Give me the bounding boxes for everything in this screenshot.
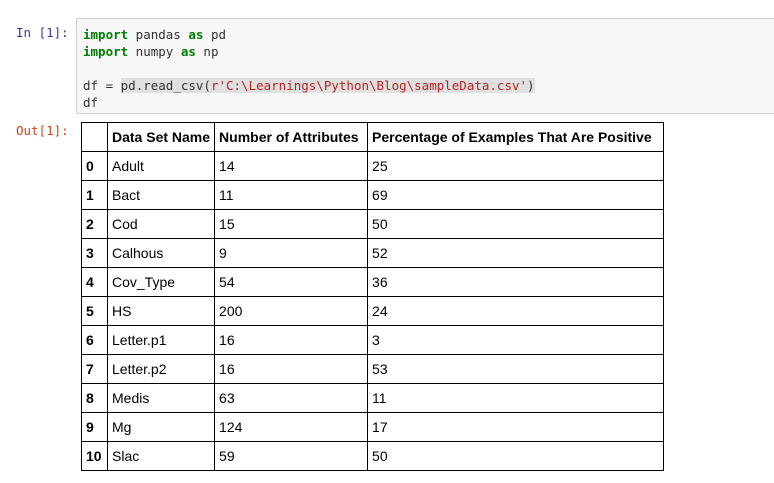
row-index: 4 <box>81 267 108 297</box>
row-index: 7 <box>81 354 108 384</box>
table-cell: 16 <box>214 325 369 355</box>
column-header: Percentage of Examples That Are Positive <box>367 122 665 152</box>
code-text: df = <box>83 78 121 93</box>
table-row: 5 HS 200 24 <box>81 296 665 326</box>
table-row: 1 Bact 11 69 <box>81 180 665 210</box>
table-cell: HS <box>106 296 216 326</box>
table-cell: 36 <box>367 267 665 297</box>
column-header: Number of Attributes <box>214 122 369 152</box>
table-cell: Calhous <box>106 238 216 268</box>
table-cell: 17 <box>367 412 665 442</box>
code-text: pd <box>203 27 227 42</box>
code-text: ) <box>527 78 535 93</box>
table-cell: 16 <box>214 354 369 384</box>
table-cell: 63 <box>214 383 369 413</box>
code-text: df <box>83 95 99 110</box>
table-cell: Slac <box>106 441 216 471</box>
column-header: Data Set Name <box>106 122 216 152</box>
table-cell: Medis <box>106 383 216 413</box>
table-cell: 54 <box>214 267 369 297</box>
table-cell: Letter.p2 <box>106 354 216 384</box>
output-prompt: Out[1]: <box>16 123 69 138</box>
keyword: import <box>83 44 129 59</box>
table-cell: Letter.p1 <box>106 325 216 355</box>
table-cell: 52 <box>367 238 665 268</box>
table-row: 2 Cod 15 50 <box>81 209 665 239</box>
table-cell: Bact <box>106 180 216 210</box>
table-cell: 124 <box>214 412 369 442</box>
row-index: 2 <box>81 209 108 239</box>
table-cell: Adult <box>106 151 216 181</box>
code-cell[interactable]: import pandas as pd import numpy as np d… <box>76 18 774 114</box>
table-cell: 3 <box>367 325 665 355</box>
row-index: 10 <box>81 441 108 471</box>
table-cell: 50 <box>367 209 665 239</box>
table-row: 4 Cov_Type 54 36 <box>81 267 665 297</box>
table-cell: 69 <box>367 180 665 210</box>
table-row: 10 Slac 59 50 <box>81 441 665 471</box>
table-cell: Cov_Type <box>106 267 216 297</box>
code-text: pd.read_csv( <box>120 78 211 93</box>
table-cell: 59 <box>214 441 369 471</box>
table-cell: 24 <box>367 296 665 326</box>
table-row: 0 Adult 14 25 <box>81 151 665 181</box>
table-row: 6 Letter.p1 16 3 <box>81 325 665 355</box>
table-row: 9 Mg 124 17 <box>81 412 665 442</box>
code-text: pandas <box>128 27 189 42</box>
string-literal: r'C:\Learnings\Python\Blog\sampleData.cs… <box>210 78 528 93</box>
selection-highlight: pd.read_csv(r'C:\Learnings\Python\Blog\s… <box>120 78 535 93</box>
table-cell: Mg <box>106 412 216 442</box>
table-cell: 53 <box>367 354 665 384</box>
row-index: 8 <box>81 383 108 413</box>
table-cell: 25 <box>367 151 665 181</box>
keyword: as <box>180 44 196 59</box>
code-text: numpy <box>128 44 181 59</box>
table-cell: 11 <box>214 180 369 210</box>
row-index: 6 <box>81 325 108 355</box>
table-cell: 9 <box>214 238 369 268</box>
column-header <box>81 122 108 152</box>
row-index: 0 <box>81 151 108 181</box>
table-row: 3 Calhous 9 52 <box>81 238 665 268</box>
table-cell: 14 <box>214 151 369 181</box>
table-cell: 15 <box>214 209 369 239</box>
row-index: 1 <box>81 180 108 210</box>
keyword: as <box>188 27 204 42</box>
row-index: 9 <box>81 412 108 442</box>
table-cell: 200 <box>214 296 369 326</box>
input-prompt: In [1]: <box>16 25 69 40</box>
keyword: import <box>83 27 129 42</box>
code-text: np <box>195 44 219 59</box>
code-editor[interactable]: import pandas as pd import numpy as np d… <box>83 26 535 111</box>
row-index: 3 <box>81 238 108 268</box>
table-cell: 50 <box>367 441 665 471</box>
table-header-row: Data Set Name Number of Attributes Percent… <box>81 122 665 152</box>
row-index: 5 <box>81 296 108 326</box>
table-cell: Cod <box>106 209 216 239</box>
table-cell: 11 <box>367 383 665 413</box>
table-row: 8 Medis 63 11 <box>81 383 665 413</box>
dataframe-table: Data Set Name Number of Attributes Percent… <box>81 122 665 471</box>
table-row: 7 Letter.p2 16 53 <box>81 354 665 384</box>
